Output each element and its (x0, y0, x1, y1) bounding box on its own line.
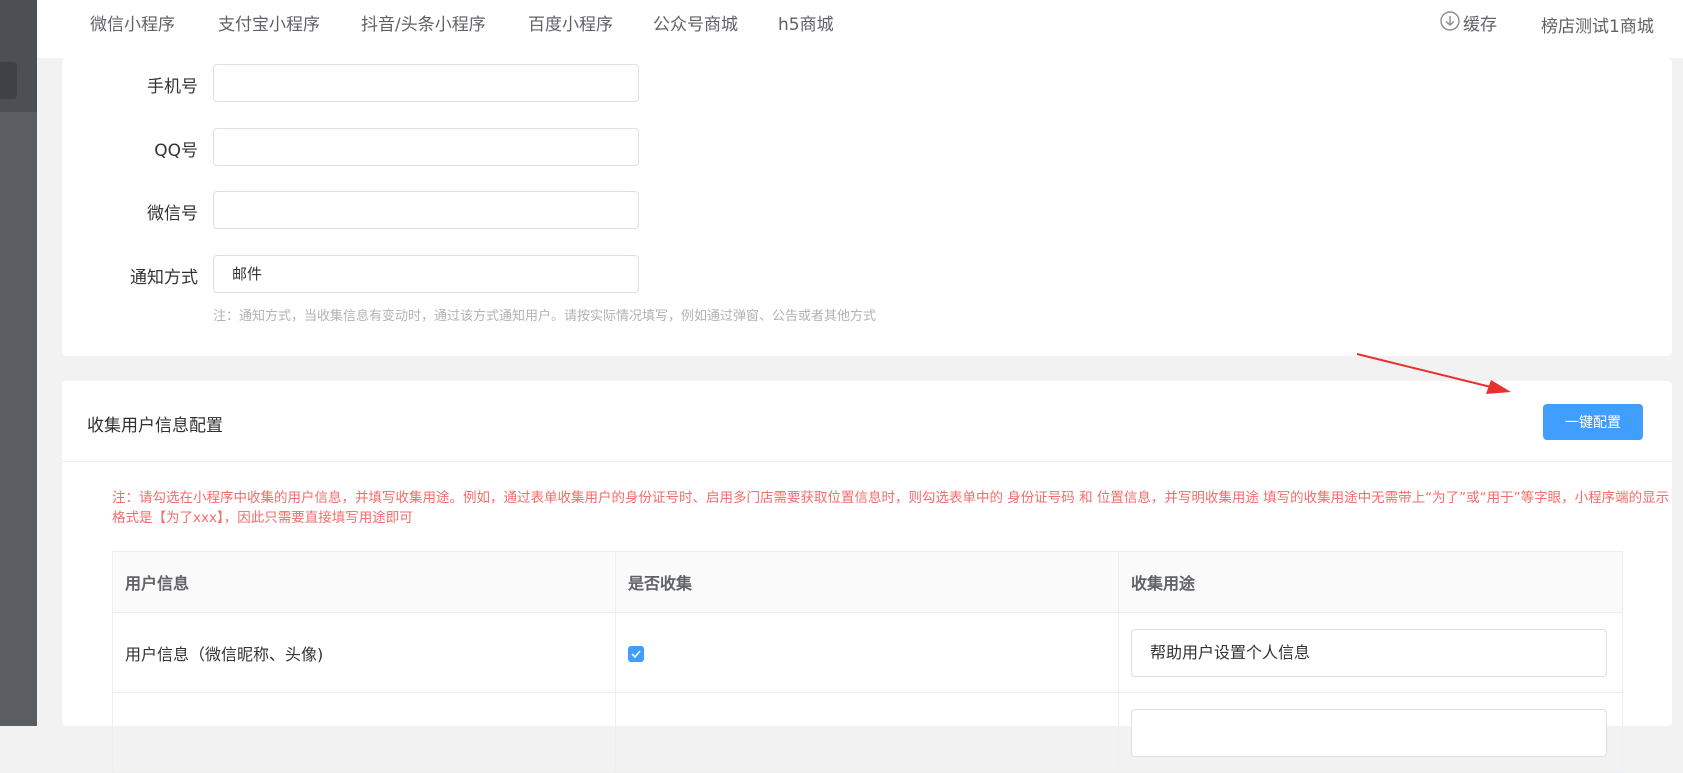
collect-config-title: 收集用户信息配置 (87, 416, 223, 436)
collect-checkbox[interactable] (628, 645, 644, 662)
one-click-config-button[interactable]: 一键配置 (1543, 404, 1643, 440)
red-arrow-annotation (1356, 353, 1511, 394)
qq-label: QQ号 (154, 141, 198, 161)
check-icon (631, 649, 641, 658)
column-header-purpose: 收集用途 (1118, 551, 1623, 613)
qq-input[interactable] (213, 128, 639, 166)
card-divider (62, 461, 1672, 462)
table-row (112, 692, 1623, 773)
collect-info-table: 用户信息 是否收集 收集用途 用户信息（微信昵称、头像) 帮助用户设置个人信息 (112, 551, 1623, 773)
tab-alipay-miniprogram[interactable]: 支付宝小程序 (218, 10, 320, 35)
phone-label: 手机号 (147, 77, 198, 97)
notify-method-input[interactable]: 邮件 (213, 255, 639, 293)
store-name-dropdown[interactable]: 榜店测试1商城 (1541, 12, 1654, 37)
notify-method-hint: 注：通知方式，当收集信息有变动时，通过该方式通知用户。请按实际情况填写，例如通过… (213, 309, 877, 324)
phone-input[interactable] (213, 64, 639, 102)
tab-douyin-miniprogram[interactable]: 抖音/头条小程序 (361, 10, 486, 35)
purpose-cell (1118, 692, 1623, 773)
user-info-cell: 用户信息（微信昵称、头像) (112, 612, 616, 693)
user-info-cell (112, 692, 616, 773)
tab-h5-mall[interactable]: h5商城 (778, 10, 834, 35)
collect-config-card: 收集用户信息配置 一键配置 注：请勾选在小程序中收集的用户信息，并填写收集用途。… (62, 381, 1672, 773)
column-header-collected: 是否收集 (615, 551, 1119, 613)
table-row: 用户信息（微信昵称、头像) 帮助用户设置个人信息 (112, 612, 1623, 693)
top-nav-bar: 微信小程序 支付宝小程序 抖音/头条小程序 百度小程序 公众号商城 h5商城 缓… (37, 0, 1683, 58)
tab-official-account-mall[interactable]: 公众号商城 (653, 10, 738, 35)
collected-cell (615, 612, 1119, 693)
tab-wechat-miniprogram[interactable]: 微信小程序 (90, 10, 175, 35)
notify-method-label: 通知方式 (130, 268, 198, 288)
purpose-input[interactable]: 帮助用户设置个人信息 (1131, 628, 1607, 677)
purpose-cell: 帮助用户设置个人信息 (1118, 612, 1623, 693)
cache-button[interactable]: 缓存 (1463, 10, 1497, 35)
collected-cell (615, 692, 1119, 773)
wechat-label: 微信号 (147, 204, 198, 224)
tab-baidu-miniprogram[interactable]: 百度小程序 (528, 10, 613, 35)
purpose-input[interactable] (1131, 708, 1607, 757)
table-header-row: 用户信息 是否收集 收集用途 (112, 551, 1623, 613)
collect-config-note: 注：请勾选在小程序中收集的用户信息，并填写收集用途。例如，通过表单收集用户的身份… (112, 490, 1670, 526)
wechat-input[interactable] (213, 191, 639, 229)
download-icon[interactable] (1440, 11, 1460, 31)
sidebar (0, 0, 37, 726)
sidebar-active-item[interactable] (0, 62, 17, 99)
column-header-user-info: 用户信息 (112, 551, 616, 613)
